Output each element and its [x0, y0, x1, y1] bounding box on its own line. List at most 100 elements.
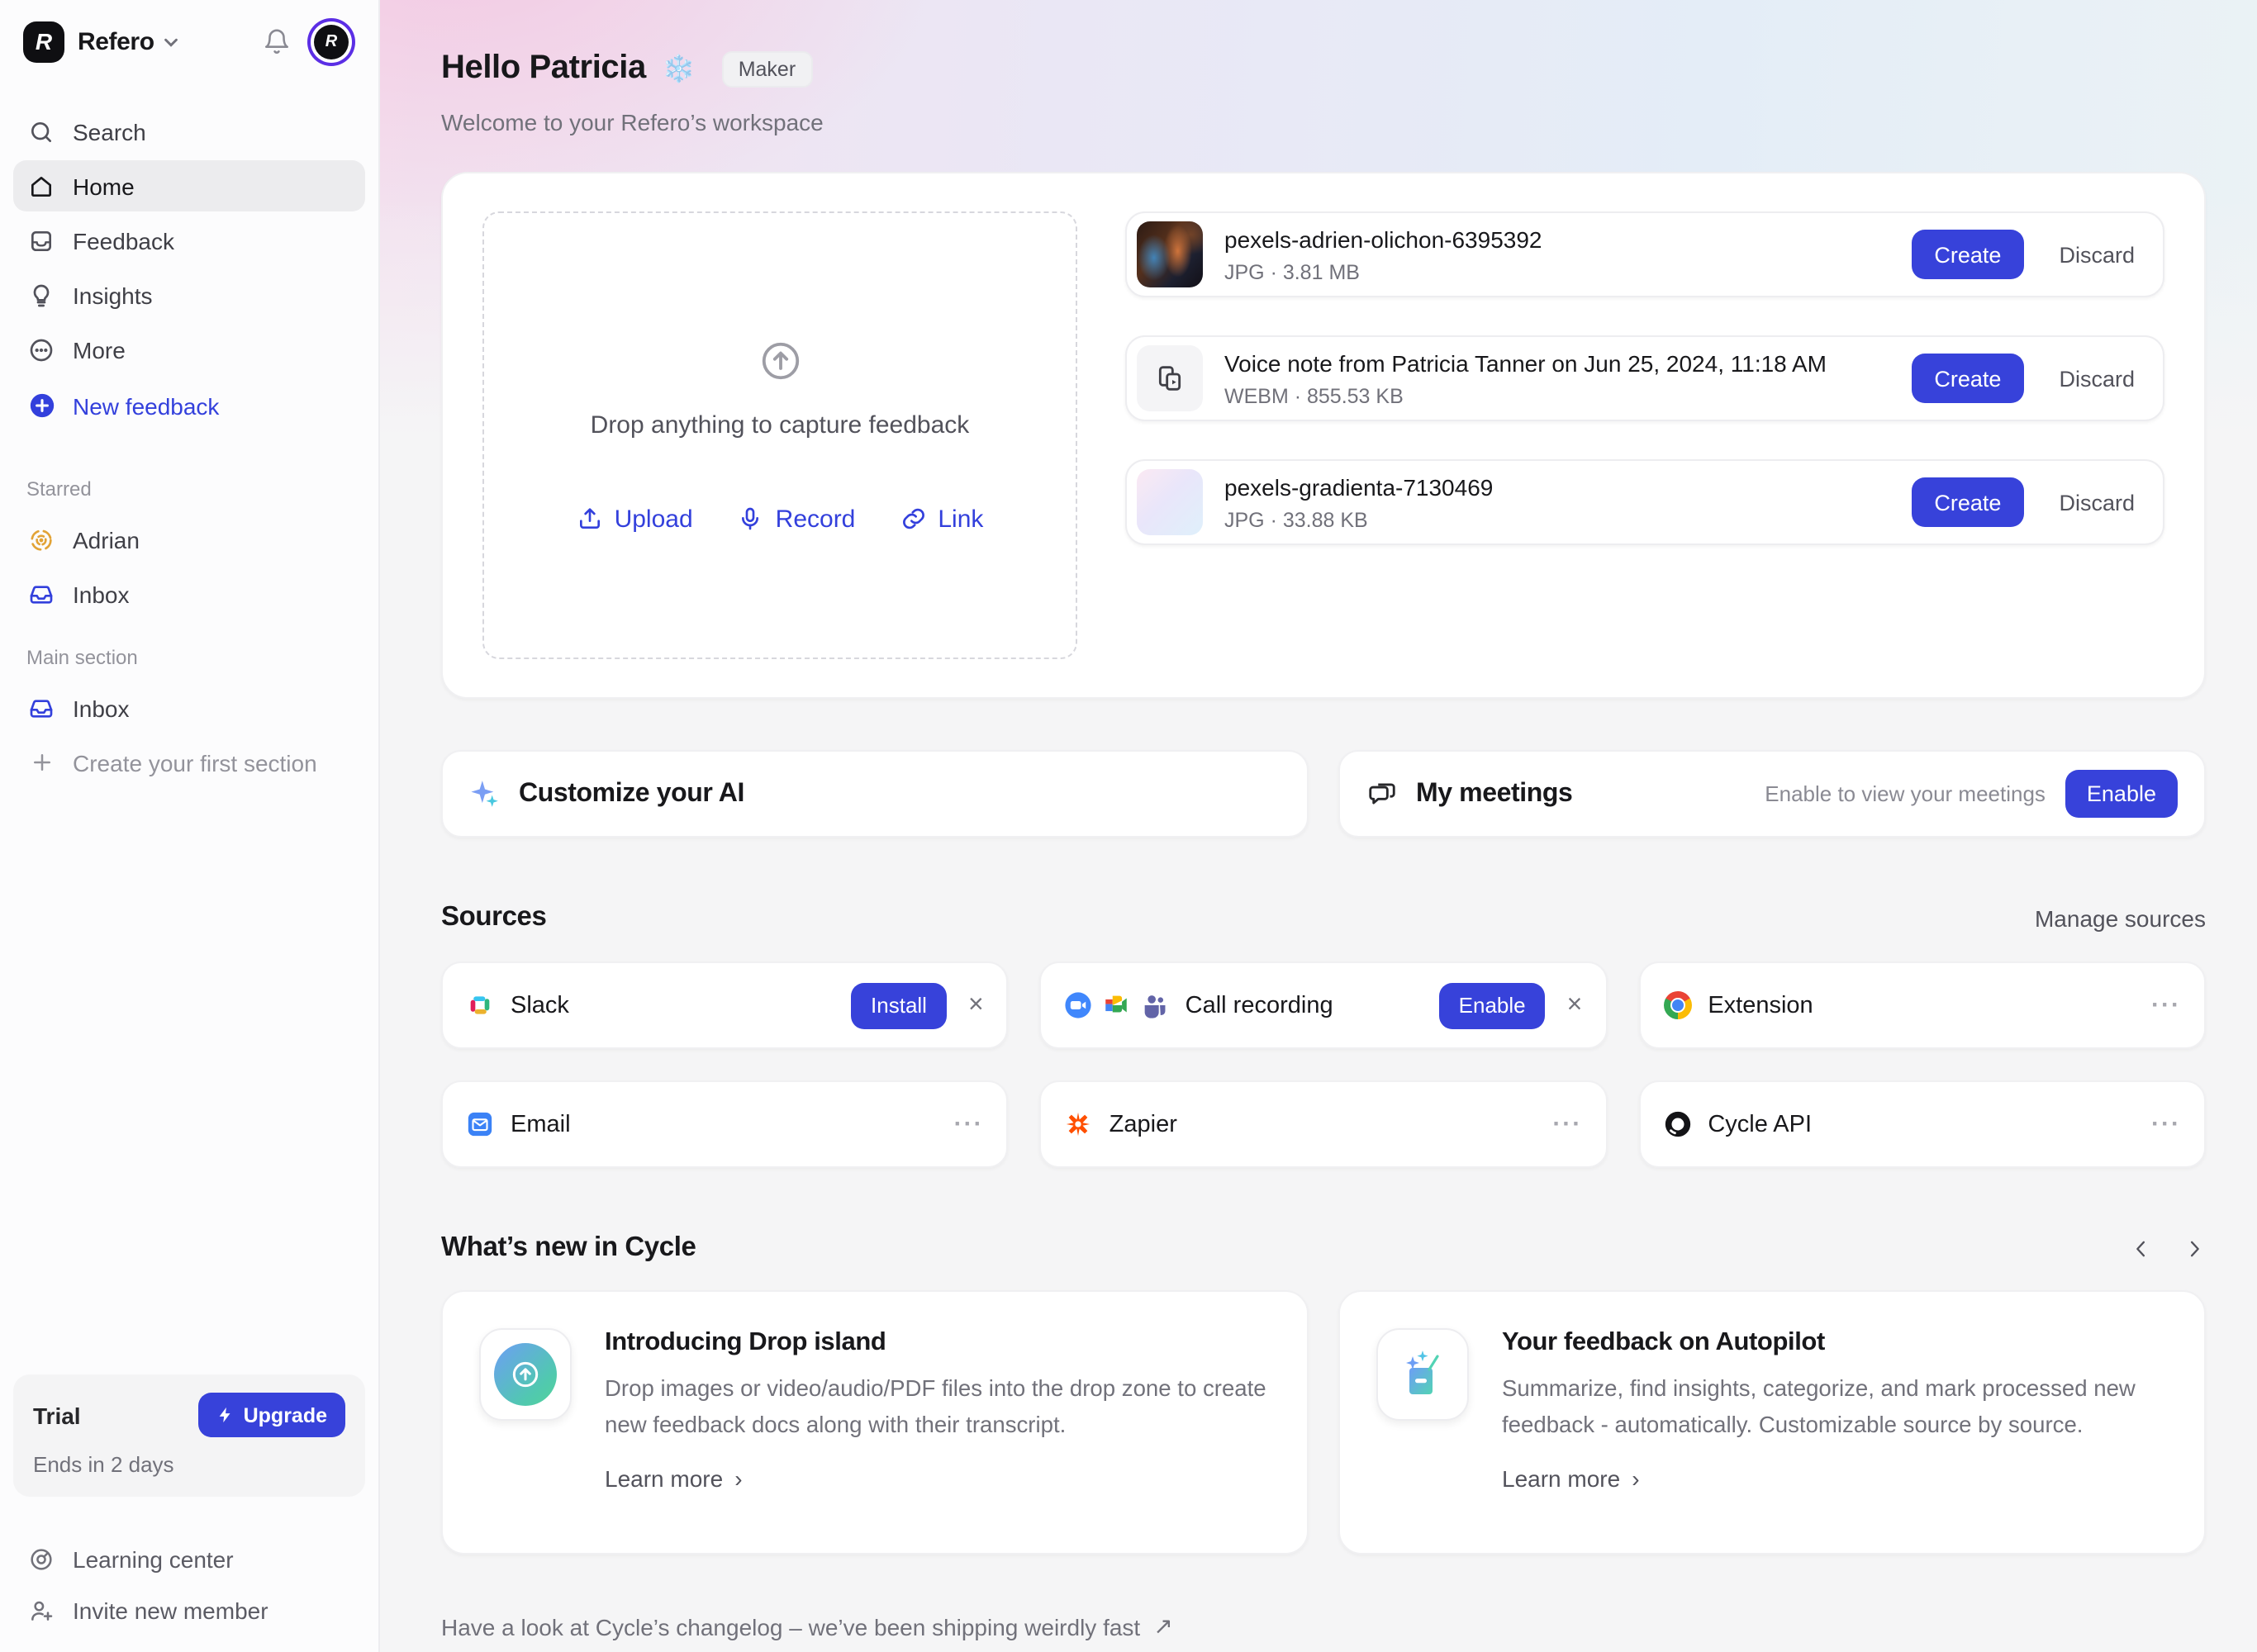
source-card-zapier: Zapier ··· — [1040, 1080, 1608, 1168]
discard-button[interactable]: Discard — [2059, 366, 2135, 391]
workspace-header[interactable]: R Refero R — [13, 0, 365, 83]
sidebar-item-label: Feedback — [73, 227, 174, 254]
invite-member-button[interactable]: Invite new member — [13, 1584, 365, 1635]
more-options-icon[interactable]: ··· — [954, 1110, 984, 1138]
user-avatar[interactable]: R — [314, 24, 349, 59]
file-meta: JPG · 3.81 MB — [1224, 260, 1911, 283]
sidebar-item-label: More — [73, 336, 126, 363]
capture-card: Drop anything to capture feedback Upload — [441, 172, 2206, 699]
bolt-icon — [217, 1406, 235, 1424]
dropzone[interactable]: Drop anything to capture feedback Upload — [482, 211, 1077, 659]
sidebar-item-search[interactable]: Search — [13, 106, 365, 157]
create-button[interactable]: Create — [1911, 230, 2024, 279]
sidebar-item-label: Search — [73, 118, 146, 145]
learning-center-icon — [26, 1544, 56, 1574]
learning-center-button[interactable]: Learning center — [13, 1533, 365, 1584]
sidebar-item-feedback[interactable]: Feedback — [13, 215, 365, 266]
sidebar-item-label: Home — [73, 173, 135, 199]
record-label: Record — [776, 505, 856, 533]
zapier-icon — [1065, 1110, 1093, 1138]
source-card-email: Email ··· — [441, 1080, 1009, 1168]
changelog-link[interactable]: Have a look at Cycle’s changelog – we’ve… — [441, 1612, 2206, 1640]
drop-island-icon — [479, 1328, 572, 1421]
source-name: Cycle API — [1708, 1111, 1812, 1137]
carousel-prev-icon[interactable] — [2130, 1237, 2153, 1260]
file-row: pexels-gradienta-7130469 JPG · 33.88 KB … — [1125, 459, 2164, 545]
sparkle-icon — [469, 778, 501, 809]
slack-icon — [466, 991, 494, 1019]
link-label: Link — [938, 505, 983, 533]
source-card-extension: Extension ··· — [1638, 961, 2206, 1049]
source-name: Email — [511, 1111, 571, 1137]
file-thumbnail — [1137, 221, 1203, 287]
feedback-tray-icon — [26, 225, 56, 255]
install-slack-button[interactable]: Install — [851, 982, 947, 1028]
sidebar-item-adrian[interactable]: Adrian — [13, 514, 365, 565]
carousel-next-icon[interactable] — [2183, 1237, 2206, 1260]
customize-ai-card[interactable]: Customize your AI — [441, 750, 1309, 838]
more-options-icon[interactable]: ··· — [2151, 991, 2181, 1019]
file-name: Voice note from Patricia Tanner on Jun 2… — [1224, 349, 1911, 376]
sidebar-item-main-inbox[interactable]: Inbox — [13, 682, 365, 733]
trial-card: Trial Upgrade Ends in 2 days — [13, 1374, 365, 1497]
enable-call-recording-button[interactable]: Enable — [1439, 982, 1546, 1028]
file-name: pexels-gradienta-7130469 — [1224, 473, 1911, 500]
home-icon — [26, 171, 56, 201]
upload-button[interactable]: Upload — [577, 505, 693, 533]
close-icon[interactable]: × — [968, 992, 984, 1018]
create-button[interactable]: Create — [1911, 354, 2024, 403]
learn-more-link[interactable]: Learn more › — [1502, 1465, 1640, 1492]
more-options-icon[interactable]: ··· — [1552, 1110, 1582, 1138]
more-options-icon[interactable]: ··· — [2151, 1110, 2181, 1138]
record-button[interactable]: Record — [738, 505, 856, 533]
create-section-button[interactable]: Create your first section — [13, 737, 365, 788]
manage-sources-link[interactable]: Manage sources — [2035, 904, 2206, 931]
upgrade-button[interactable]: Upgrade — [199, 1393, 345, 1437]
external-link-icon: ↗ — [1153, 1612, 1172, 1640]
adrian-doc-icon — [26, 525, 56, 554]
welcome-subtitle: Welcome to your Refero’s workspace — [441, 109, 2206, 135]
customize-ai-title: Customize your AI — [519, 779, 744, 809]
news-body: Drop images or video/audio/PDF files int… — [605, 1371, 1271, 1444]
new-feedback-button[interactable]: New feedback — [13, 380, 365, 431]
sidebar-item-starred-inbox[interactable]: Inbox — [13, 568, 365, 620]
news-title: Introducing Drop island — [605, 1328, 1271, 1358]
create-section-label: Create your first section — [73, 749, 317, 776]
source-card-cycle-api: Cycle API ··· — [1638, 1080, 2206, 1168]
learn-more-link[interactable]: Learn more › — [605, 1465, 743, 1492]
my-meetings-card: My meetings Enable to view your meetings… — [1338, 750, 2206, 838]
starred-section-label: Starred — [13, 477, 365, 501]
sidebar-item-label: Inbox — [73, 581, 130, 607]
sidebar: R Refero R Search Home — [0, 0, 380, 1652]
chrome-icon — [1663, 991, 1691, 1019]
google-meet-icon — [1103, 991, 1131, 1019]
meetings-hint: Enable to view your meetings — [1765, 781, 2046, 806]
source-name: Call recording — [1186, 992, 1333, 1018]
inbox-icon — [26, 579, 56, 609]
create-button[interactable]: Create — [1911, 477, 2024, 527]
file-row: pexels-adrien-olichon-6395392 JPG · 3.81… — [1125, 211, 2164, 297]
arrow-up-circle-icon — [758, 338, 802, 382]
notifications-bell-icon[interactable] — [254, 20, 297, 63]
trial-ends-text: Ends in 2 days — [33, 1452, 345, 1477]
sidebar-item-more[interactable]: More — [13, 324, 365, 375]
file-row: Voice note from Patricia Tanner on Jun 2… — [1125, 335, 2164, 421]
link-button[interactable]: Link — [900, 505, 983, 533]
sidebar-item-insights[interactable]: Insights — [13, 269, 365, 320]
main-area: Hello Patricia ❄️ Maker Welcome to your … — [380, 0, 2257, 1652]
sidebar-item-home[interactable]: Home — [13, 160, 365, 211]
close-icon[interactable]: × — [1567, 992, 1583, 1018]
sidebar-item-label: Insights — [73, 282, 153, 308]
learn-more-label: Learn more — [605, 1465, 723, 1492]
discard-button[interactable]: Discard — [2059, 242, 2135, 267]
maker-badge: Maker — [722, 50, 812, 87]
enable-meetings-button[interactable]: Enable — [2065, 770, 2178, 818]
new-feedback-label: New feedback — [73, 392, 219, 419]
chevron-right-icon: › — [734, 1465, 742, 1492]
source-name: Slack — [511, 992, 569, 1018]
discard-button[interactable]: Discard — [2059, 490, 2135, 515]
link-icon — [900, 506, 926, 532]
workspace-logo: R — [23, 21, 64, 62]
upload-label: Upload — [615, 505, 693, 533]
sidebar-nav: Search Home Feedback Insights — [13, 106, 365, 434]
